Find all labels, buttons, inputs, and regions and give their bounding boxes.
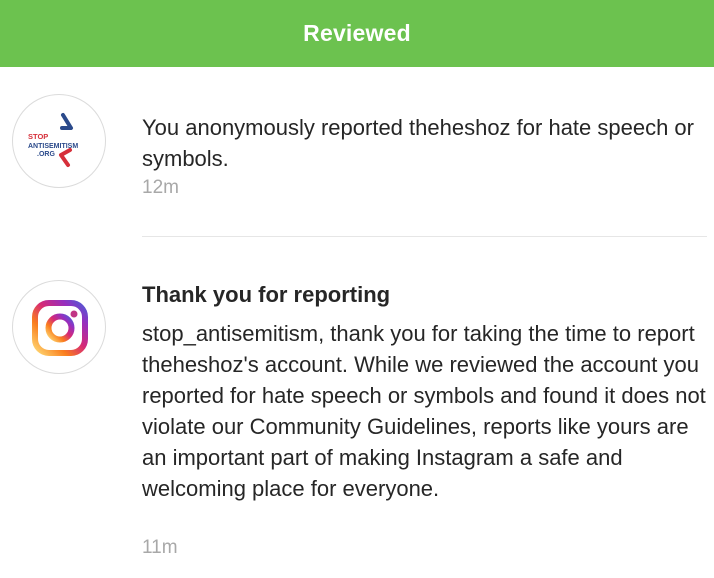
instagram-avatar[interactable]: [12, 280, 106, 374]
stop-antisemitism-logo-icon: STOP ANTISEMITISM .ORG: [28, 113, 78, 167]
review-result-timestamp: 11m: [142, 537, 178, 558]
report-timestamp: 12m: [142, 177, 179, 198]
svg-text:STOP: STOP: [28, 132, 48, 141]
review-result-notification[interactable]: Thank you for reporting stop_antisemitis…: [0, 237, 714, 578]
svg-text:.ORG: .ORG: [37, 151, 55, 158]
stop-antisemitism-avatar[interactable]: STOP ANTISEMITISM .ORG: [12, 94, 106, 188]
review-status-label: Reviewed: [303, 20, 411, 46]
report-notification[interactable]: STOP ANTISEMITISM .ORG You anonymously r…: [0, 67, 714, 237]
notification-title: Thank you for reporting: [142, 282, 391, 307]
review-status-banner: Reviewed: [0, 0, 714, 67]
review-result-message: stop_antisemitism, thank you for taking …: [142, 321, 706, 501]
instagram-logo-icon: [32, 300, 88, 356]
svg-text:ANTISEMITISM: ANTISEMITISM: [28, 143, 78, 150]
report-message: You anonymously reported theheshoz for h…: [142, 115, 694, 171]
